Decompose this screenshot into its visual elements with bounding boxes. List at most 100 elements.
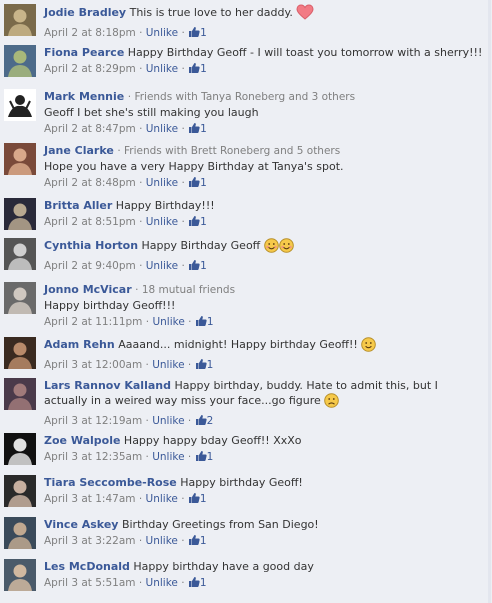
like-count[interactable]: 1 bbox=[195, 358, 213, 371]
thumbs-up-icon bbox=[188, 26, 200, 38]
like-count[interactable]: 1 bbox=[188, 63, 207, 75]
separator-dot: · bbox=[187, 415, 192, 427]
avatar[interactable] bbox=[4, 89, 36, 121]
separator-dot: · bbox=[139, 123, 143, 135]
comment-timestamp[interactable]: April 2 at 8:29pm bbox=[44, 63, 136, 75]
separator-dot: · bbox=[181, 535, 185, 547]
like-count[interactable]: 1 bbox=[188, 27, 207, 39]
avatar[interactable] bbox=[4, 143, 36, 175]
like-count[interactable]: 1 bbox=[188, 177, 207, 189]
author-link[interactable]: Lars Rannov Kalland bbox=[44, 379, 171, 392]
comment-body: Tiara Seccombe-Rose Happy birthday Geoff… bbox=[44, 475, 484, 507]
comment-text: Happy happy bday Geoff!! XxXo bbox=[123, 434, 302, 447]
unlike-link[interactable]: Unlike bbox=[146, 577, 178, 589]
separator-dot: · bbox=[145, 415, 149, 427]
thumbs-up-icon bbox=[188, 534, 200, 546]
like-count[interactable]: 1 bbox=[188, 123, 207, 135]
comment-timestamp[interactable]: April 2 at 9:40pm bbox=[44, 260, 136, 272]
comment-meta: April 3 at 12:19am · Unlike · 2 bbox=[44, 414, 484, 429]
like-count[interactable]: 1 bbox=[188, 493, 207, 505]
separator-dot: · bbox=[138, 493, 143, 505]
unlike-link[interactable]: Unlike bbox=[146, 216, 178, 228]
comment-body: Adam Rehn Aaaand... midnight! Happy birt… bbox=[44, 337, 484, 373]
unlike-link[interactable]: Unlike bbox=[146, 63, 178, 75]
unlike-link[interactable]: Unlike bbox=[152, 451, 184, 463]
author-link[interactable]: Vince Askey bbox=[44, 518, 118, 531]
comment-timestamp[interactable]: April 3 at 5:51am bbox=[44, 577, 136, 589]
avatar[interactable] bbox=[4, 433, 36, 465]
author-link[interactable]: Britta Aller bbox=[44, 199, 112, 212]
comment-body: Cynthia Horton Happy Birthday Geoff Apri… bbox=[44, 238, 484, 274]
unlike-link[interactable]: Unlike bbox=[146, 493, 178, 505]
avatar[interactable] bbox=[4, 282, 36, 314]
avatar[interactable] bbox=[4, 475, 36, 507]
comment-body: Britta Aller Happy Birthday!!! April 2 at… bbox=[44, 198, 484, 230]
author-link[interactable]: Fiona Pearce bbox=[44, 46, 124, 59]
like-count[interactable]: 1 bbox=[195, 316, 214, 328]
thumbs-up-icon bbox=[188, 176, 200, 188]
unlike-link[interactable]: Unlike bbox=[146, 260, 178, 272]
like-count-value: 1 bbox=[200, 27, 207, 39]
author-link[interactable]: Jane Clarke bbox=[44, 144, 114, 157]
separator-dot: · bbox=[127, 91, 132, 103]
unlike-link[interactable]: Unlike bbox=[152, 316, 184, 328]
comment-timestamp[interactable]: April 2 at 8:51pm bbox=[44, 216, 136, 228]
avatar[interactable] bbox=[4, 238, 36, 270]
author-link[interactable]: Les McDonald bbox=[44, 560, 130, 573]
comment-body: Jane Clarke · Friends with Brett Roneber… bbox=[44, 143, 484, 191]
unlike-link[interactable]: Unlike bbox=[146, 177, 178, 189]
comment-timestamp[interactable]: April 3 at 3:22am bbox=[44, 535, 136, 547]
unlike-link[interactable]: Unlike bbox=[146, 123, 178, 135]
like-count[interactable]: 1 bbox=[188, 535, 207, 547]
like-count-value: 1 bbox=[200, 216, 207, 228]
comment-text: Happy Birthday Geoff - I will toast you … bbox=[127, 46, 483, 59]
like-count[interactable]: 2 bbox=[195, 415, 213, 427]
thumbs-up-icon bbox=[188, 62, 200, 74]
separator-dot: · bbox=[181, 123, 185, 135]
unlike-link[interactable]: Unlike bbox=[152, 359, 184, 371]
thumbs-up-icon bbox=[195, 358, 207, 370]
avatar[interactable] bbox=[4, 337, 36, 369]
avatar[interactable] bbox=[4, 378, 36, 410]
unlike-link[interactable]: Unlike bbox=[146, 27, 178, 39]
comment-text: Hope you have a very Happy Birthday at T… bbox=[44, 160, 344, 173]
like-count[interactable]: 1 bbox=[188, 216, 207, 228]
comment-timestamp[interactable]: April 3 at 1:47am bbox=[44, 493, 136, 505]
comment-text: Happy birthday Geoff!!! bbox=[44, 299, 176, 312]
comment-timestamp[interactable]: April 2 at 11:11pm bbox=[44, 316, 142, 328]
author-link[interactable]: Adam Rehn bbox=[44, 338, 115, 351]
author-link[interactable]: Jonno McVicar bbox=[44, 283, 132, 296]
comment-meta: April 2 at 8:47pm · Unlike · 1 bbox=[44, 122, 484, 137]
like-count-value: 1 bbox=[199, 577, 207, 589]
author-link[interactable]: Jodie Bradley bbox=[44, 6, 126, 19]
avatar[interactable] bbox=[4, 45, 36, 77]
like-count[interactable]: 1 bbox=[188, 577, 207, 589]
comment-timestamp[interactable]: April 2 at 8:18pm bbox=[44, 27, 136, 39]
comment-timestamp[interactable]: April 3 at 12:35am bbox=[44, 451, 142, 463]
like-count[interactable]: 1 bbox=[188, 260, 207, 272]
separator-dot: · bbox=[139, 216, 143, 228]
like-count-value: 1 bbox=[199, 535, 207, 547]
comment-timestamp[interactable]: April 3 at 12:00am bbox=[44, 359, 142, 371]
like-count-value: 1 bbox=[200, 123, 207, 135]
avatar[interactable] bbox=[4, 198, 36, 230]
avatar[interactable] bbox=[4, 517, 36, 549]
avatar[interactable] bbox=[4, 559, 36, 591]
unlike-link[interactable]: Unlike bbox=[152, 415, 184, 427]
like-count[interactable]: 1 bbox=[195, 451, 213, 463]
author-link[interactable]: Mark Mennie bbox=[44, 90, 124, 103]
comment-body: Mark Mennie · Friends with Tanya Roneber… bbox=[44, 89, 484, 137]
author-link[interactable]: Zoe Walpole bbox=[44, 434, 120, 447]
like-count-value: 1 bbox=[206, 316, 214, 328]
comment-body: Jonno McVicar · 18 mutual friends Happy b… bbox=[44, 282, 484, 330]
comment-body: Jodie Bradley This is true love to her d… bbox=[44, 4, 484, 41]
comment-timestamp[interactable]: April 2 at 8:48pm bbox=[44, 177, 136, 189]
author-link[interactable]: Cynthia Horton bbox=[44, 239, 138, 252]
avatar[interactable] bbox=[4, 4, 36, 36]
unlike-link[interactable]: Unlike bbox=[146, 535, 178, 547]
comment-timestamp[interactable]: April 3 at 12:19am bbox=[44, 415, 142, 427]
comment-text: Happy Birthday Geoff bbox=[141, 239, 261, 252]
comment-meta: April 3 at 1:47am · Unlike · 1 bbox=[44, 492, 484, 507]
comment-timestamp[interactable]: April 2 at 8:47pm bbox=[44, 123, 136, 135]
author-link[interactable]: Tiara Seccombe-Rose bbox=[44, 476, 177, 489]
